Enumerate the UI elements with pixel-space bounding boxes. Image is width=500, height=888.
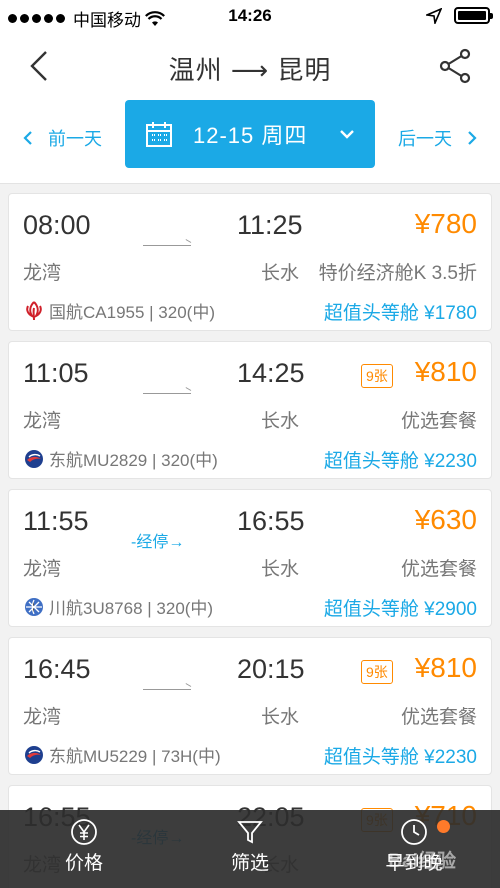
sort-by-price-button[interactable]: 价格: [34, 818, 134, 875]
date-bar: 前一天 12-15 周四 后一天: [0, 98, 500, 184]
location-arrow-icon: [426, 7, 442, 24]
departure-time: 16:45: [23, 654, 91, 684]
next-day-button[interactable]: 后一天: [398, 125, 478, 151]
airline-info: 国航CA1955 | 320(中): [23, 298, 215, 323]
arrival-time: 11:25: [237, 210, 303, 240]
yuan-circle-icon: [71, 819, 97, 845]
departure-time: 11:05: [23, 358, 89, 388]
arrival-time: 16:55: [237, 506, 305, 536]
chevron-left-icon: [23, 131, 32, 145]
date-selector[interactable]: 12-15 周四: [125, 100, 375, 168]
calendar-icon: [146, 122, 172, 147]
seats-badge: 9张: [361, 660, 393, 684]
status-right: [426, 7, 493, 24]
route-arrow: [143, 689, 191, 690]
route-arrow: [143, 245, 191, 246]
status-bar: 中国移动 14:26: [0, 0, 500, 34]
airline-label: 东航MU2829 | 320(中): [49, 451, 218, 470]
arrival-time: 14:25: [237, 358, 305, 388]
arrival-airport: 长水: [261, 411, 300, 432]
stopover-text: 经停: [136, 534, 169, 551]
stopover-label: -经停→: [131, 534, 185, 551]
filter-funnel-icon: [237, 821, 263, 844]
departure-airport: 龙湾: [23, 559, 62, 580]
airline-label: 国航CA1955 | 320(中): [49, 303, 215, 322]
airline-label: 川航3U8768 | 320(中): [49, 599, 214, 618]
upgrade-offer[interactable]: 超值头等舱 ¥2230: [324, 742, 477, 769]
price-sort-label: 价格: [64, 853, 103, 874]
filter-button[interactable]: 筛选: [200, 818, 300, 875]
route-arrow: [143, 393, 191, 394]
filter-label: 筛选: [230, 853, 269, 874]
price: ¥780: [414, 208, 477, 239]
flight-card[interactable]: 11:55 -经停→ 16:55 ¥630 龙湾 长水 优选套餐 川航3U876…: [8, 489, 492, 627]
watermark: Bai经验: [388, 851, 456, 872]
departure-airport: 龙湾: [23, 411, 62, 432]
departure-airport: 龙湾: [23, 707, 62, 728]
flight-card[interactable]: 11:05 14:25 9张 ¥810 龙湾 长水 优选套餐 东航MU2829 …: [8, 341, 492, 479]
departure-time: 11:55: [23, 506, 89, 536]
price: ¥810: [414, 356, 477, 387]
chevron-down-icon: [340, 130, 354, 139]
prev-day-button[interactable]: 前一天: [22, 125, 102, 151]
arrival-airport: 长水: [261, 559, 300, 580]
departure-airport: 龙湾: [23, 263, 62, 284]
price: ¥810: [414, 652, 477, 683]
china-eastern-logo-icon: [25, 745, 43, 764]
nav-bar: 温州 ⟶ 昆明: [0, 34, 500, 98]
departure-time: 08:00: [23, 210, 91, 240]
airline-info: 东航MU5229 | 73H(中): [23, 742, 221, 767]
china-eastern-logo-icon: [25, 449, 43, 468]
share-icon[interactable]: [438, 48, 474, 84]
cabin-class: 特价经济舱K 3.5折: [318, 263, 477, 284]
airline-label: 东航MU5229 | 73H(中): [49, 747, 221, 766]
next-day-label: 后一天: [398, 129, 452, 149]
airline-info: 东航MU2829 | 320(中): [23, 446, 218, 471]
prev-day-label: 前一天: [48, 129, 102, 149]
flight-card[interactable]: 08:00 11:25 ¥780 龙湾 长水 特价经济舱K 3.5折 国航CA1…: [8, 193, 492, 331]
price: ¥630: [414, 504, 477, 535]
active-indicator-dot: [437, 820, 450, 833]
upgrade-offer[interactable]: 超值头等舱 ¥2900: [324, 594, 477, 621]
seats-badge: 9张: [361, 364, 393, 388]
cabin-class: 优选套餐: [400, 559, 477, 580]
arrival-airport: 长水: [261, 263, 300, 284]
air-china-logo-icon: [26, 300, 42, 320]
chevron-right-icon: [468, 131, 477, 145]
status-time: 14:26: [228, 6, 272, 25]
upgrade-offer[interactable]: 超值头等舱 ¥1780: [324, 298, 477, 325]
route-title: 温州 ⟶ 昆明: [168, 55, 332, 85]
arrival-time: 20:15: [237, 654, 305, 684]
cabin-class: 优选套餐: [400, 411, 477, 432]
battery-icon: [454, 7, 493, 24]
flight-card[interactable]: 16:45 20:15 9张 ¥810 龙湾 长水 优选套餐 东航MU5229 …: [8, 637, 492, 775]
cabin-class: 优选套餐: [400, 707, 477, 728]
arrival-airport: 长水: [261, 707, 300, 728]
clock-icon: [401, 819, 427, 845]
upgrade-offer[interactable]: 超值头等舱 ¥2230: [324, 446, 477, 473]
airline-info: 川航3U8768 | 320(中): [23, 594, 213, 619]
date-label: 12-15 周四: [193, 123, 308, 148]
sichuan-airlines-logo-icon: [25, 597, 43, 616]
